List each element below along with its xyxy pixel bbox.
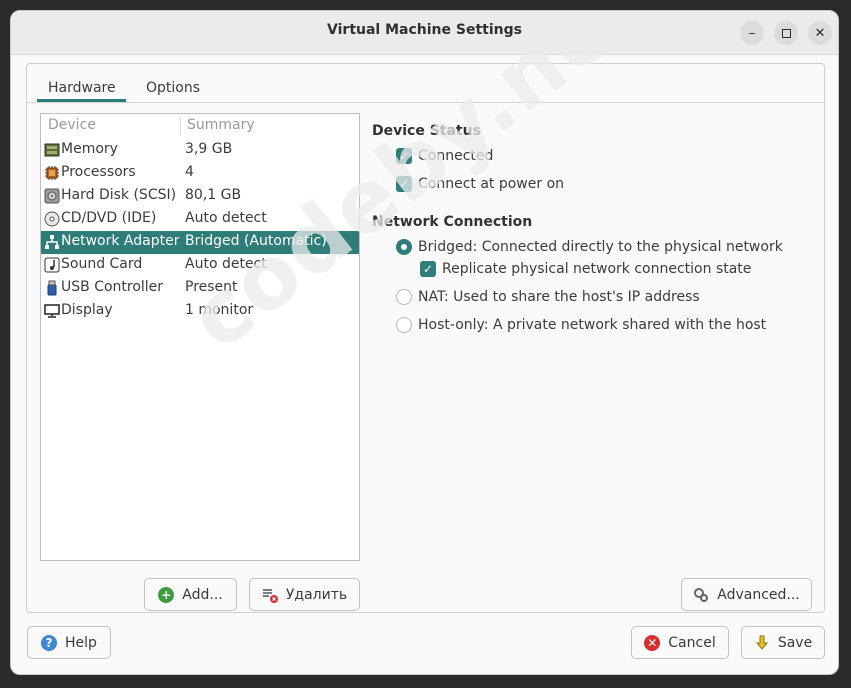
device-label: CD/DVD (IDE) [61,210,157,226]
device-row-memory[interactable]: Memory 3,9 GB [41,139,359,162]
device-row-usb-controller[interactable]: USB Controller Present [41,277,359,300]
device-summary: 3,9 GB [185,141,233,157]
connected-checkbox[interactable]: ✓ Connected [396,148,493,164]
help-icon: ? [41,634,58,651]
device-list[interactable]: Device Summary Memory 3,9 GB Processors … [40,113,360,561]
remove-device-button[interactable]: Удалить [249,578,360,611]
minimize-button[interactable]: – [740,21,764,45]
column-separator [180,116,181,136]
settings-content: Hardware Options Device Summary Memory 3… [26,63,825,613]
host-only-label: Host-only: A private network shared with… [418,317,767,333]
connect-at-power-on-label: Connect at power on [418,176,565,192]
device-status-heading: Device Status [372,123,481,139]
advanced-button[interactable]: Advanced... [681,578,812,611]
remove-button-label: Удалить [285,586,348,603]
usb-icon [44,280,60,296]
replicate-state-checkbox[interactable]: ✓ Replicate physical network connection … [420,261,751,277]
tab-divider [27,102,824,103]
cancel-button-label: Cancel [668,634,716,651]
device-summary: 1 monitor [185,302,254,318]
device-label: Display [61,302,113,318]
host-only-radio[interactable]: Host-only: A private network shared with… [396,317,766,333]
checkmark-icon: ✓ [396,176,412,192]
save-button[interactable]: Save [741,626,825,659]
tab-hardware[interactable]: Hardware [37,72,126,102]
display-icon [44,303,60,319]
device-list-header: Device Summary [41,114,359,138]
device-row-sound-card[interactable]: Sound Card Auto detect [41,254,359,277]
device-label: Processors [61,164,136,180]
device-label: USB Controller [61,279,164,295]
radio-selected-icon [396,239,412,255]
bridged-label: Bridged: Connected directly to the physi… [418,239,783,255]
device-column-header[interactable]: Device [48,117,96,133]
device-label: Network Adapter [61,233,180,249]
device-row-display[interactable]: Display 1 monitor [41,300,359,323]
summary-column-header[interactable]: Summary [187,117,255,133]
device-row-network-adapter[interactable]: Network Adapter Bridged (Automatic) [41,231,359,254]
device-summary: 4 [185,164,194,180]
help-button-label: Help [65,634,97,651]
checkmark-icon: ✓ [420,261,436,277]
window-title: Virtual Machine Settings [327,22,522,38]
connect-at-power-on-checkbox[interactable]: ✓ Connect at power on [396,176,564,192]
maximize-button[interactable] [774,21,798,45]
save-button-label: Save [777,634,813,651]
checkmark-icon: ✓ [396,148,412,164]
add-button-label: Add... [182,586,223,603]
gears-icon [693,587,709,603]
device-label: Sound Card [61,256,143,272]
memory-icon [44,142,60,158]
radio-unselected-icon [396,317,412,333]
connected-label: Connected [418,148,494,164]
add-icon: + [158,586,175,603]
network-connection-heading: Network Connection [372,214,533,230]
title-bar: Virtual Machine Settings – ✕ [11,11,838,55]
device-summary: Auto detect [185,256,267,272]
minimize-icon: – [748,25,756,41]
hard-disk-icon [44,188,60,204]
device-label: Hard Disk (SCSI) [61,187,177,203]
cancel-icon: ✕ [644,634,661,651]
sound-card-icon [44,257,60,273]
close-button[interactable]: ✕ [808,21,832,45]
nat-label: NAT: Used to share the host's IP address [418,289,700,305]
replicate-state-label: Replicate physical network connection st… [442,261,752,277]
network-adapter-icon [44,234,60,250]
cd-dvd-icon [44,211,60,227]
device-summary: Auto detect [185,210,267,226]
processor-icon [44,165,60,181]
radio-unselected-icon [396,289,412,305]
tab-hardware-label: Hardware [48,80,116,96]
vm-settings-window: Virtual Machine Settings – ✕ Hardware Op… [10,10,839,675]
save-icon [754,635,770,651]
device-summary: Bridged (Automatic) [185,233,327,249]
tab-options-label: Options [146,80,201,96]
cancel-button[interactable]: ✕ Cancel [631,626,729,659]
device-row-processors[interactable]: Processors 4 [41,162,359,185]
advanced-button-label: Advanced... [717,586,800,603]
add-device-button[interactable]: + Add... [144,578,237,611]
bridged-radio[interactable]: Bridged: Connected directly to the physi… [396,239,783,255]
close-icon: ✕ [814,25,826,41]
maximize-icon [781,28,791,38]
device-row-hard-disk[interactable]: Hard Disk (SCSI) 80,1 GB [41,185,359,208]
remove-icon [262,587,278,603]
device-row-cd-dvd[interactable]: CD/DVD (IDE) Auto detect [41,208,359,231]
nat-radio[interactable]: NAT: Used to share the host's IP address [396,289,700,305]
device-summary: 80,1 GB [185,187,242,203]
device-label: Memory [61,141,118,157]
device-summary: Present [185,279,238,295]
tab-options[interactable]: Options [146,72,200,102]
help-button[interactable]: ? Help [27,626,111,659]
